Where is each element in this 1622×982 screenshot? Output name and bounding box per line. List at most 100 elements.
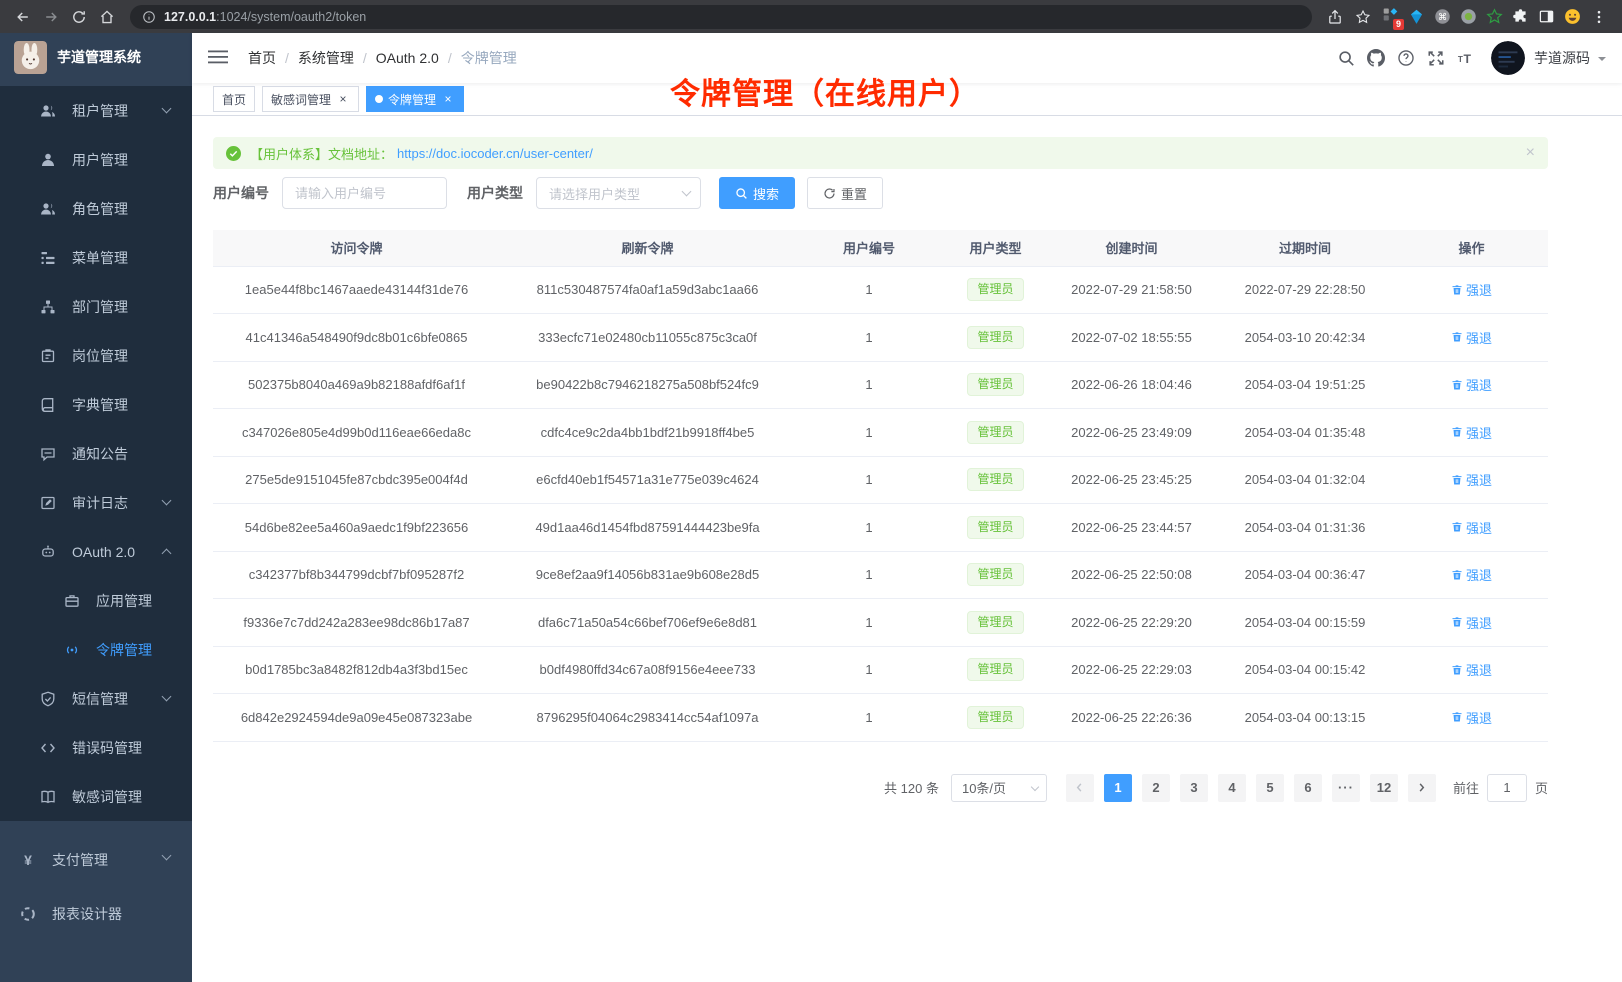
sidebar-item-audit-log[interactable]: 审计日志 (0, 478, 192, 527)
access-token-cell: f9336e7c7dd242a283ee98dc86b17a87 (213, 599, 500, 647)
action-cell: 强退 (1395, 361, 1548, 409)
tag-label: 首页 (222, 91, 246, 108)
search-button[interactable]: 搜索 (719, 177, 795, 209)
side-panel-icon[interactable] (1534, 5, 1558, 29)
sidebar-item-report[interactable]: 报表设计器 (0, 887, 192, 941)
emoji-extension-icon[interactable] (1560, 5, 1584, 29)
force-logout-button[interactable]: 强退 (1451, 375, 1492, 394)
force-logout-button[interactable]: 强退 (1451, 280, 1492, 299)
page-button-12[interactable]: 12 (1370, 774, 1398, 802)
sidebar-item-tenant[interactable]: 租户管理 (0, 86, 192, 135)
sidebar-item-sms[interactable]: 短信管理 (0, 674, 192, 723)
search-icon[interactable] (1331, 42, 1361, 74)
page-ellipsis[interactable]: ··· (1332, 774, 1360, 802)
breadcrumb-item[interactable]: 首页 (248, 48, 276, 68)
breadcrumb-item[interactable]: 系统管理 (298, 48, 354, 68)
page-button-6[interactable]: 6 (1294, 774, 1322, 802)
close-icon[interactable]: × (441, 92, 455, 106)
force-logout-button[interactable]: 强退 (1451, 470, 1492, 489)
sidebar-item-oauth2[interactable]: OAuth 2.0 (0, 527, 192, 576)
tag-active[interactable]: 令牌管理× (366, 86, 464, 112)
sidebar-item-dept[interactable]: 部门管理 (0, 282, 192, 331)
breadcrumb-item[interactable]: OAuth 2.0 (376, 50, 439, 66)
goto-page-input[interactable] (1487, 774, 1527, 802)
force-logout-button[interactable]: 强退 (1451, 328, 1492, 347)
refresh-token-cell: b0df4980ffd34c67a08f9156e4eee733 (500, 646, 795, 694)
page-button-2[interactable]: 2 (1142, 774, 1170, 802)
sidebar-item-notice[interactable]: 通知公告 (0, 429, 192, 478)
user-type-cell: 管理员 (943, 646, 1048, 694)
record-extension-icon[interactable] (1456, 5, 1480, 29)
sidebar-item-label: 错误码管理 (72, 738, 142, 758)
font-size-icon[interactable]: TT (1451, 42, 1481, 74)
force-logout-button[interactable]: 强退 (1451, 708, 1492, 727)
force-logout-button[interactable]: 强退 (1451, 518, 1492, 537)
url-bar[interactable]: 127.0.0.1:1024/system/oauth2/token (130, 5, 1312, 29)
doc-link[interactable]: https://doc.iocoder.cn/user-center/ (397, 146, 593, 161)
trash-icon (1451, 331, 1463, 343)
force-logout-button[interactable]: 强退 (1451, 613, 1492, 632)
user-type-cell: 管理员 (943, 599, 1048, 647)
user-id-input[interactable] (282, 177, 447, 209)
sidebar-item-error-code[interactable]: 错误码管理 (0, 723, 192, 772)
sidebar-item-label: 令牌管理 (96, 640, 152, 660)
force-logout-button[interactable]: 强退 (1451, 423, 1492, 442)
info-icon[interactable] (142, 10, 156, 24)
extensions-puzzle-icon[interactable] (1508, 5, 1532, 29)
share-icon[interactable] (1322, 4, 1348, 30)
github-icon[interactable] (1361, 42, 1391, 74)
page-button-5[interactable]: 5 (1256, 774, 1284, 802)
table-row: f9336e7c7dd242a283ee98dc86b17a87dfa6c71a… (213, 599, 1548, 647)
app-logo-bar[interactable]: 芋道管理系统 (0, 33, 192, 81)
user-type-badge: 管理员 (967, 706, 1023, 729)
sidebar-item-oauth2-app[interactable]: 应用管理 (0, 576, 192, 625)
chevron-down-icon[interactable] (1598, 57, 1606, 65)
tag-item[interactable]: 敏感词管理× (262, 86, 359, 112)
user-id-cell: 1 (795, 694, 943, 742)
fullscreen-icon[interactable] (1421, 42, 1451, 74)
user-type-cell: 管理员 (943, 266, 1048, 314)
sidebar-item-pay[interactable]: ¥支付管理 (0, 833, 192, 887)
user-name[interactable]: 芋道源码 (1534, 48, 1590, 68)
create-time-cell: 2022-06-26 18:04:46 (1048, 361, 1215, 409)
force-logout-button[interactable]: 强退 (1451, 660, 1492, 679)
sidebar-item-dict[interactable]: 字典管理 (0, 380, 192, 429)
extension-blocks-icon[interactable]: 9 (1378, 5, 1402, 29)
next-page-button[interactable] (1408, 774, 1436, 802)
user-type-select[interactable]: 请选择用户类型 (536, 177, 701, 209)
error-code-icon (40, 740, 56, 756)
avatar[interactable] (1491, 41, 1525, 75)
prev-page-button[interactable] (1066, 774, 1094, 802)
browser-menu-icon[interactable] (1586, 4, 1612, 30)
command-extension-icon[interactable]: ⌘ (1430, 5, 1454, 29)
sidebar-toggle-icon[interactable] (208, 47, 230, 69)
sidebar-item-menu[interactable]: 菜单管理 (0, 233, 192, 282)
sidebar-item-sensitive-word[interactable]: 敏感词管理 (0, 772, 192, 821)
table-row: 1ea5e44f8bc1467aaede43144f31de76811c5304… (213, 266, 1548, 314)
reload-icon[interactable] (66, 4, 92, 30)
sidebar-item-label: 审计日志 (72, 493, 128, 513)
column-header: 用户类型 (943, 230, 1048, 266)
reset-button[interactable]: 重置 (807, 177, 883, 209)
green-star-extension-icon[interactable] (1482, 5, 1506, 29)
tag-item[interactable]: 首页 (213, 86, 255, 112)
help-icon[interactable] (1391, 42, 1421, 74)
page-button-1[interactable]: 1 (1104, 774, 1132, 802)
sidebar-item-role[interactable]: 角色管理 (0, 184, 192, 233)
page-button-4[interactable]: 4 (1218, 774, 1246, 802)
force-logout-button[interactable]: 强退 (1451, 565, 1492, 584)
sidebar-item-user[interactable]: 用户管理 (0, 135, 192, 184)
tags-view-bar: 首页敏感词管理× 令牌管理× (192, 83, 1622, 116)
forward-icon[interactable] (38, 4, 64, 30)
bookmark-star-icon[interactable] (1350, 4, 1376, 30)
sidebar-item-oauth2-token[interactable]: 令牌管理 (0, 625, 192, 674)
back-icon[interactable] (10, 4, 36, 30)
sidebar-item-post[interactable]: 岗位管理 (0, 331, 192, 380)
alert-close-icon[interactable]: × (1526, 145, 1535, 161)
close-icon[interactable]: × (336, 92, 350, 106)
gem-extension-icon[interactable] (1404, 5, 1428, 29)
expire-time-cell: 2022-07-29 22:28:50 (1215, 266, 1395, 314)
page-size-select[interactable]: 10条/页 (951, 774, 1047, 802)
home-icon[interactable] (94, 4, 120, 30)
page-button-3[interactable]: 3 (1180, 774, 1208, 802)
